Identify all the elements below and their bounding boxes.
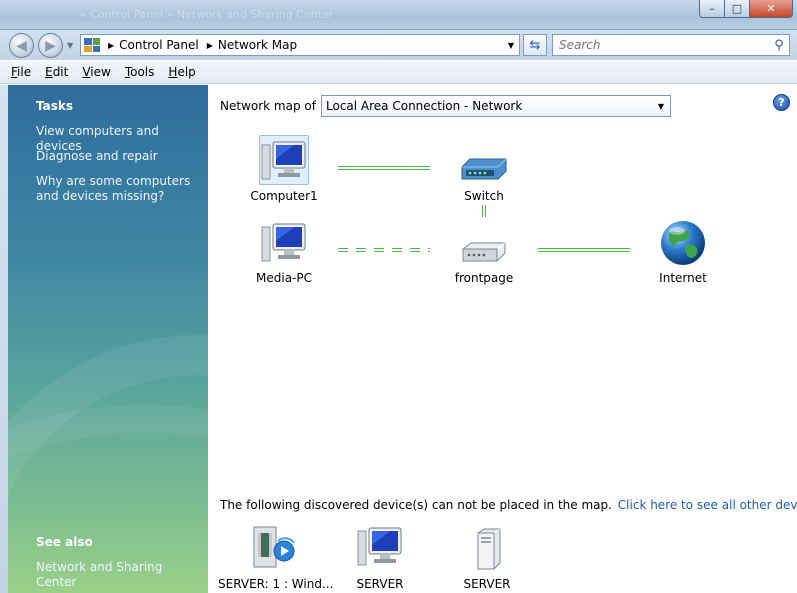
search-icon[interactable]: ⚲ (769, 38, 789, 53)
network-select-value: Local Area Connection - Network (326, 99, 523, 113)
task-why-devices-missing[interactable]: Why are some computers and devices missi… (36, 174, 206, 204)
network-select[interactable]: Local Area Connection - Network ▼ (321, 95, 671, 117)
link-frontpage-internet (538, 248, 630, 252)
node-frontpage[interactable]: frontpage (434, 217, 534, 285)
menu-tools[interactable]: Tools (125, 65, 155, 79)
menu-bar: File Edit View Tools Help (0, 61, 797, 84)
server-tower-icon (477, 528, 501, 570)
node-label: Switch (464, 189, 504, 203)
address-bar[interactable]: ▶ Control Panel ▶ Network Map ▼ (80, 34, 520, 56)
node-label: Media-PC (256, 271, 312, 285)
breadcrumb-control-panel[interactable]: Control Panel (119, 38, 199, 52)
node-label: frontpage (454, 271, 514, 285)
switch-icon (461, 158, 507, 180)
node-switch[interactable]: Switch (434, 135, 534, 203)
title-bar: « Control Panel » Network and Sharing Ce… (0, 0, 797, 30)
back-button[interactable]: ◀ (9, 33, 34, 58)
node-label: Internet (659, 271, 707, 285)
menu-help[interactable]: Help (168, 65, 195, 79)
device-label: SERVER (356, 577, 404, 591)
chevron-down-icon: ▼ (657, 101, 665, 111)
device-label: SERVER: 1 : Wind... (218, 577, 334, 591)
window-left-edge (0, 85, 8, 593)
breadcrumb-network-map[interactable]: Network Map (218, 38, 297, 52)
search-input[interactable] (557, 36, 769, 54)
forward-arrow-icon: ▶ (45, 37, 56, 54)
menu-view[interactable]: View (82, 65, 110, 79)
network-map-of-label: Network map of (220, 99, 316, 113)
router-icon (462, 242, 506, 262)
discovered-device-media-server[interactable]: SERVER: 1 : Wind... (218, 523, 334, 591)
help-icon[interactable]: ? (773, 94, 790, 111)
maximize-button[interactable]: □ (724, 0, 750, 18)
menu-edit[interactable]: Edit (45, 65, 68, 79)
close-button[interactable]: ✕ (749, 0, 793, 18)
node-internet[interactable]: Internet (633, 217, 733, 285)
breadcrumb-separator-icon[interactable]: ▶ (207, 41, 213, 50)
computer-icon (357, 527, 402, 566)
refresh-button[interactable]: ⇆ (523, 34, 547, 56)
discovered-device-server-computer[interactable]: SERVER (325, 523, 435, 591)
see-all-devices-link[interactable]: Click here to see all other devices. (618, 498, 797, 512)
task-diagnose-and-repair[interactable]: Diagnose and repair (36, 149, 206, 164)
network-map-panel: Network map of Local Area Connection - N… (208, 85, 797, 593)
globe-icon (661, 221, 705, 265)
recent-pages-dropdown-icon[interactable]: ▼ (67, 41, 73, 50)
node-label: Computer1 (250, 189, 318, 203)
forward-button[interactable]: ▶ (38, 33, 63, 58)
refresh-icon: ⇆ (529, 37, 541, 53)
minimize-button[interactable]: – (699, 0, 725, 18)
window-title: « Control Panel » Network and Sharing Ce… (80, 8, 334, 21)
address-dropdown-icon[interactable]: ▼ (503, 41, 519, 50)
breadcrumb-separator-icon[interactable]: ▶ (108, 41, 114, 50)
discovered-device-server-tower[interactable]: SERVER (432, 523, 542, 591)
node-media-pc[interactable]: Media-PC (234, 217, 334, 285)
discovered-devices-message: The following discovered device(s) can n… (220, 498, 797, 512)
link-switch-frontpage (482, 205, 486, 217)
computer-icon (261, 141, 306, 180)
tasks-pane: Tasks View computers and devices Diagnos… (8, 85, 208, 593)
media-server-icon (253, 526, 295, 568)
navigation-bar: ◀ ▶ ▼ ▶ Control Panel ▶ Network Map ▼ ⇆ … (0, 30, 797, 60)
computer-icon (261, 223, 306, 262)
back-arrow-icon: ◀ (16, 37, 27, 54)
see-also-heading: See also (36, 535, 93, 549)
link-media-pc-frontpage (338, 248, 430, 252)
search-box: ⚲ (552, 34, 790, 56)
control-panel-icon (84, 38, 100, 52)
see-also-network-and-sharing-center[interactable]: Network and Sharing Center (36, 560, 206, 590)
node-computer1[interactable]: Computer1 (234, 135, 334, 203)
tasks-heading: Tasks (36, 99, 74, 113)
discovered-text: The following discovered device(s) can n… (220, 498, 612, 512)
window-controls: – □ ✕ (699, 0, 793, 18)
menu-file[interactable]: File (11, 65, 31, 79)
device-label: SERVER (463, 577, 511, 591)
link-computer1-switch (338, 166, 430, 170)
